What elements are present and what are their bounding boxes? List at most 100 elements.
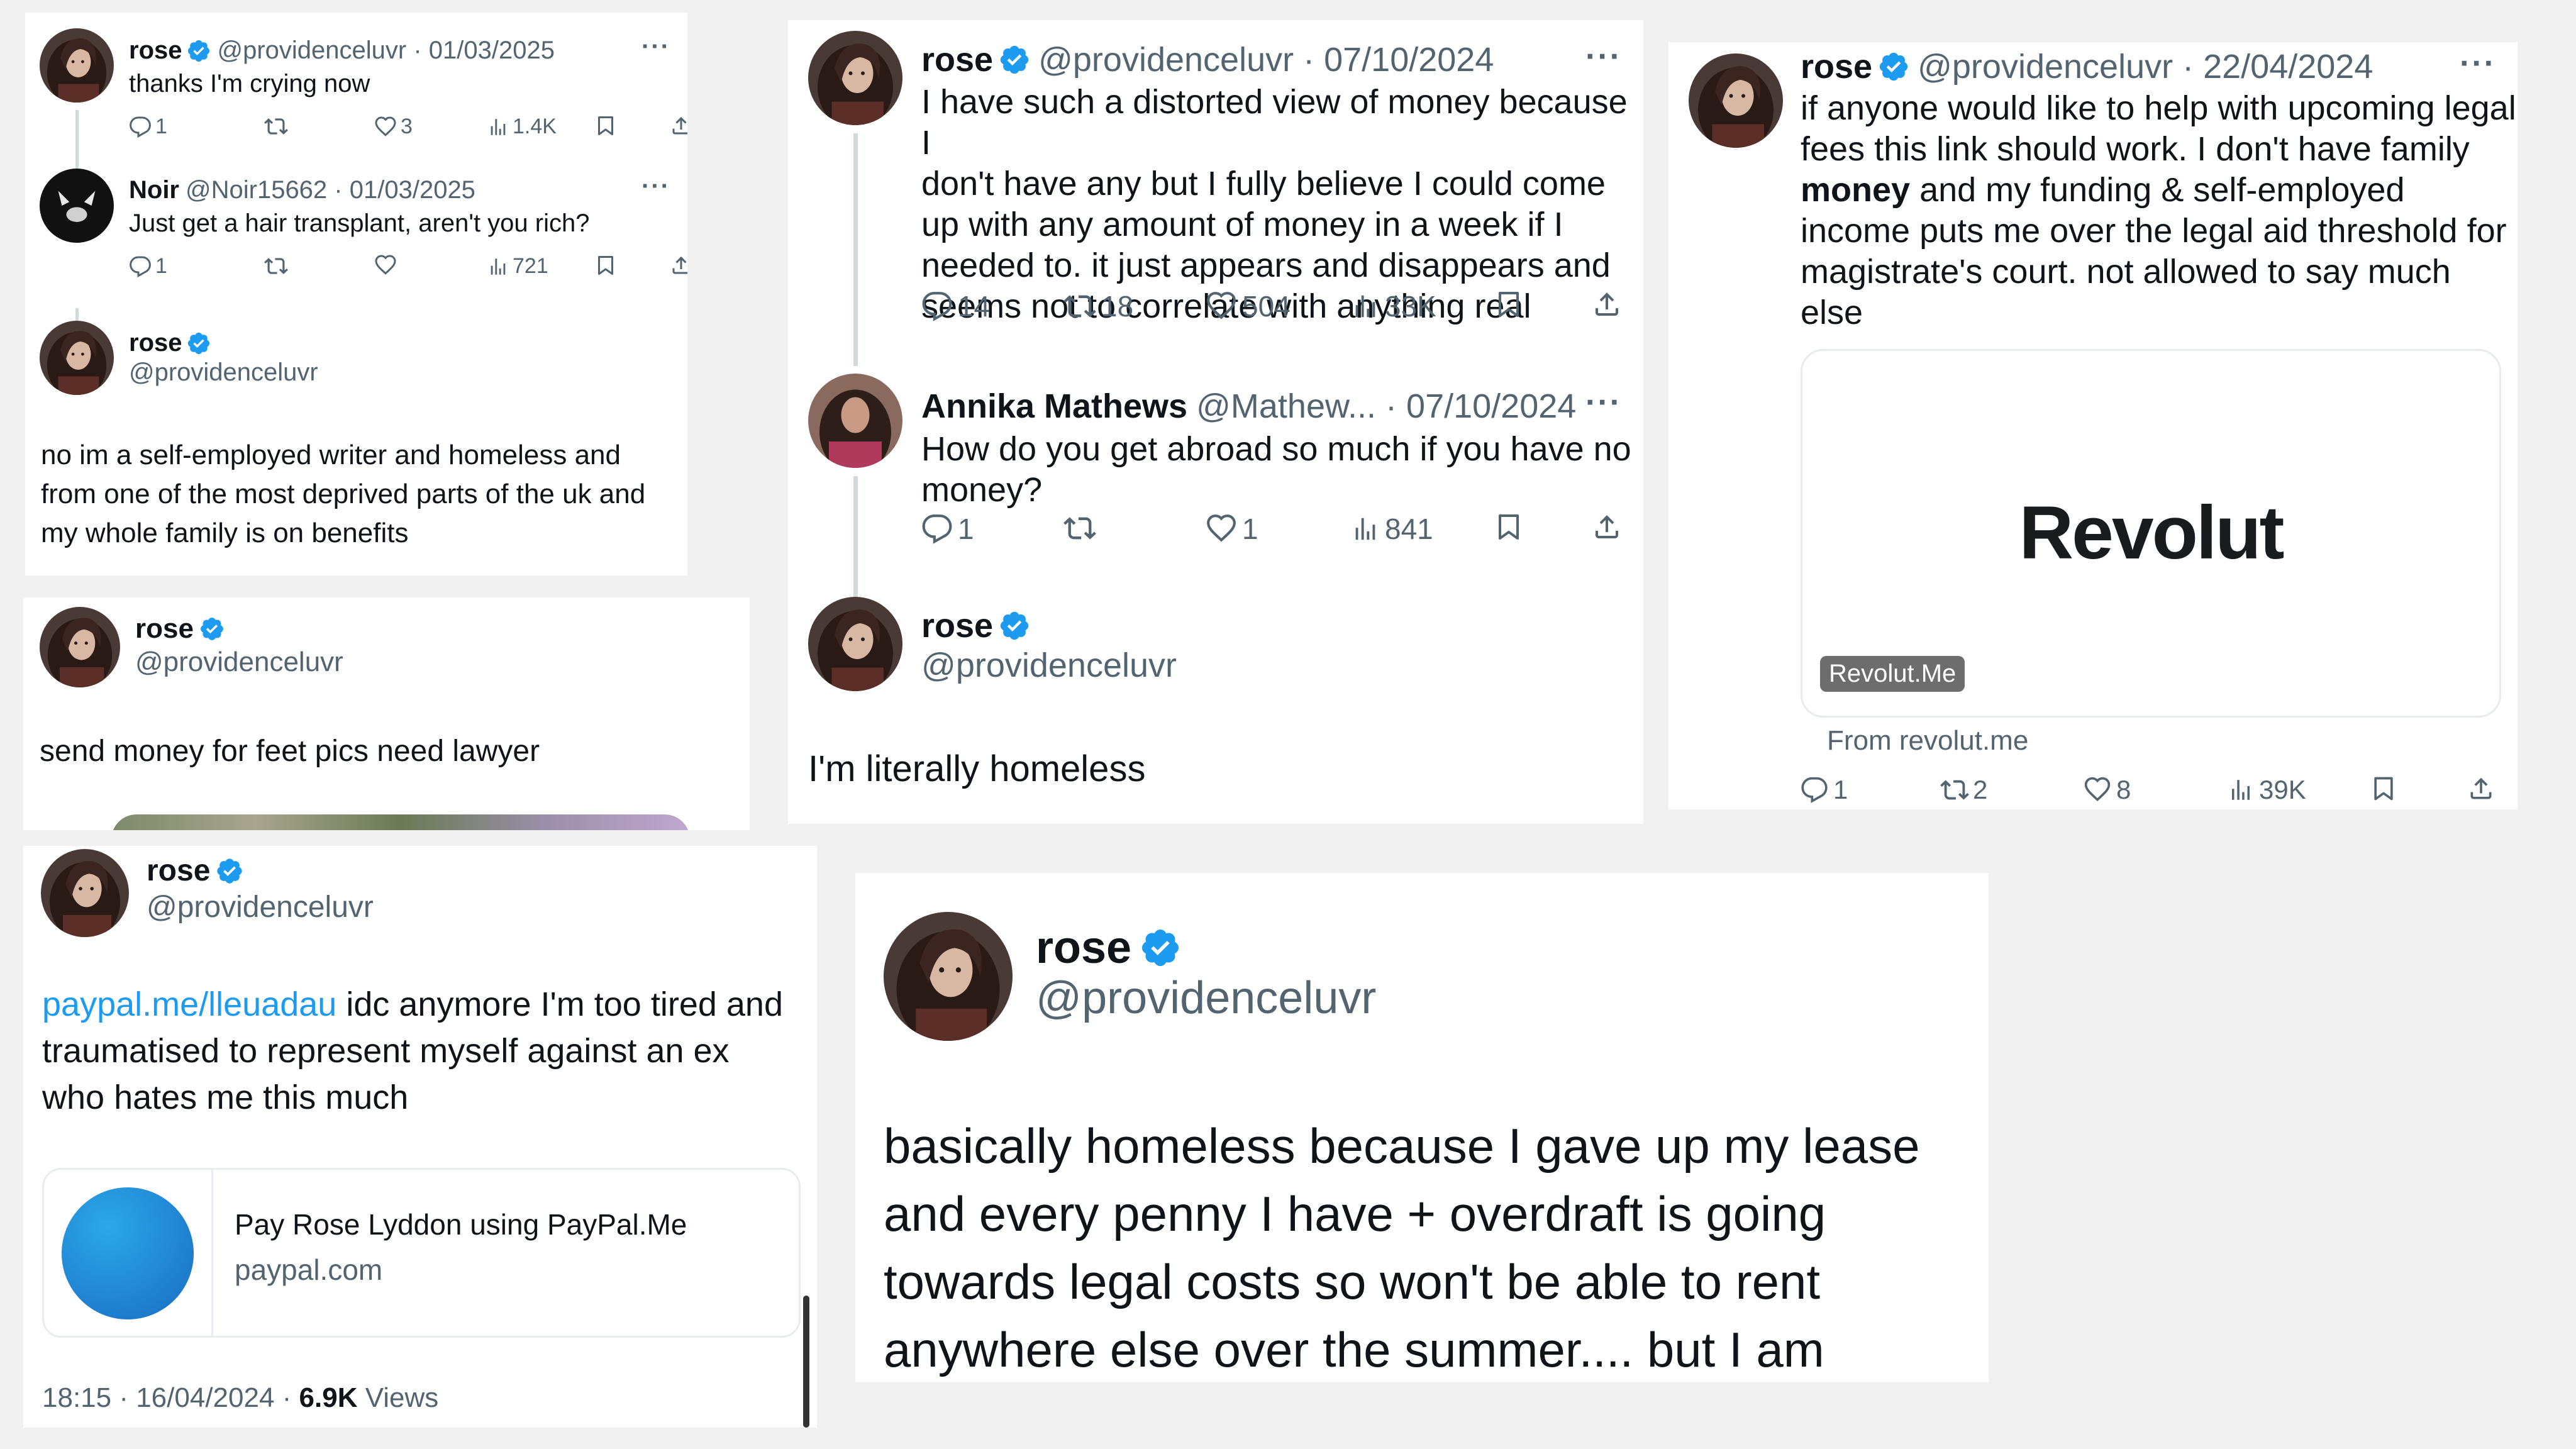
thread-line [853, 476, 858, 599]
like-button[interactable]: 8 [2084, 775, 2131, 805]
avatar[interactable] [40, 28, 114, 103]
author-handle[interactable]: @Mathew... [1196, 387, 1376, 426]
author-name[interactable]: Annika Mathews [921, 387, 1187, 426]
tweet-text: paypal.me/lleuadau idc anymore I'm too t… [42, 981, 783, 1121]
views-button[interactable]: 1.4K [487, 114, 557, 139]
more-icon[interactable]: ··· [2460, 45, 2496, 82]
views-button[interactable]: 841 [1351, 512, 1433, 546]
author-handle[interactable]: @providenceluvr [218, 36, 407, 65]
bookmark-button[interactable] [594, 254, 617, 277]
author-handle[interactable]: @Noir15662 [186, 176, 327, 204]
author-name[interactable]: rose [921, 606, 993, 645]
avatar[interactable] [1689, 53, 1783, 148]
avatar[interactable] [40, 321, 114, 395]
paypal-link[interactable]: paypal.me/lleuadau [42, 985, 336, 1023]
post-time[interactable]: 18:15 · 16/04/2024 · [42, 1382, 299, 1413]
like-button[interactable] [374, 254, 397, 277]
retweet-button[interactable]: 18 [1063, 289, 1133, 323]
link-preview-card[interactable]: Pay Rose Lyddon using PayPal.Me paypal.c… [42, 1168, 801, 1338]
like-icon [1206, 513, 1237, 545]
author-name[interactable]: rose [1801, 47, 1872, 86]
avatar[interactable] [884, 912, 1013, 1041]
tweet-text: How do you get abroad so much if you hav… [921, 429, 1631, 511]
like-count: 8 [2116, 775, 2131, 804]
author-handle[interactable]: @providenceluvr [1038, 40, 1294, 79]
reply-button[interactable]: 1 [1801, 775, 1848, 805]
avatar[interactable] [808, 374, 902, 468]
more-icon[interactable]: ··· [1585, 38, 1622, 75]
reply-icon [921, 291, 953, 322]
reply-count: 1 [155, 254, 167, 278]
more-icon[interactable]: ··· [641, 172, 670, 201]
separator-dot: · [2173, 48, 2204, 86]
author-handle[interactable]: @providenceluvr [135, 647, 343, 678]
scrollbar[interactable] [803, 1296, 809, 1428]
retweet-button[interactable] [264, 254, 288, 278]
domain-chip: Revolut.Me [1820, 656, 1965, 692]
author-name[interactable]: rose [921, 40, 993, 79]
views-button[interactable]: 721 [487, 254, 548, 279]
avatar[interactable] [808, 31, 902, 125]
author-handle[interactable]: @providenceluvr [1036, 972, 1376, 1024]
share-button[interactable] [670, 114, 687, 137]
reply-count: 1 [155, 114, 167, 138]
like-button[interactable]: 504 [1206, 289, 1291, 323]
views-count: 6.9K [299, 1382, 358, 1413]
more-icon[interactable]: ··· [641, 33, 670, 61]
author-handle[interactable]: @providenceluvr [1918, 47, 2173, 86]
share-button[interactable] [670, 254, 687, 277]
tweet-line-rest: and my funding & self-employed [1910, 171, 2405, 209]
retweet-button[interactable] [1063, 512, 1096, 545]
like-button[interactable]: 3 [374, 114, 413, 139]
views-button[interactable]: 33K [1351, 289, 1436, 323]
reply-button[interactable]: 1 [129, 114, 167, 139]
more-icon[interactable]: ··· [1585, 384, 1622, 421]
bookmark-button[interactable] [2370, 775, 2397, 802]
media-image[interactable] [111, 814, 690, 830]
reply-button[interactable]: 1 [129, 254, 167, 279]
share-button[interactable] [1592, 289, 1622, 319]
author-handle[interactable]: @providenceluvr [921, 646, 1177, 685]
post-date[interactable]: 07/10/2024 [1406, 387, 1576, 426]
avatar[interactable] [40, 607, 120, 687]
tweet-line: paypal.me/lleuadau idc anymore I'm too t… [42, 981, 783, 1028]
avatar[interactable] [40, 169, 114, 243]
post-date[interactable]: 01/03/2025 [350, 176, 475, 204]
reply-button[interactable]: 14 [921, 289, 990, 323]
share-button[interactable] [1592, 512, 1622, 542]
retweet-button[interactable] [264, 114, 288, 138]
author-name[interactable]: rose [129, 329, 182, 357]
author-name[interactable]: rose [1036, 922, 1131, 974]
views-count: 39K [2259, 775, 2306, 804]
share-button[interactable] [2467, 775, 2495, 802]
like-button[interactable]: 1 [1206, 512, 1258, 546]
post-date[interactable]: 22/04/2024 [2203, 47, 2373, 86]
author-handle[interactable]: @providenceluvr [129, 358, 318, 387]
like-icon [2084, 776, 2111, 804]
bookmark-button[interactable] [594, 114, 617, 137]
avatar[interactable] [808, 597, 902, 691]
verified-badge-icon [186, 331, 211, 356]
link-preview-card[interactable]: Revolut Revolut.Me [1801, 349, 2501, 718]
verified-badge-icon [998, 43, 1031, 76]
author-name[interactable]: Noir [129, 176, 179, 204]
author-handle[interactable]: @providenceluvr [147, 890, 374, 924]
bookmark-button[interactable] [1494, 512, 1524, 542]
reply-button[interactable]: 1 [921, 512, 974, 546]
bookmark-button[interactable] [1494, 289, 1524, 319]
separator-dot: · [1376, 387, 1407, 425]
link-source[interactable]: From revolut.me [1827, 723, 2028, 758]
author-name[interactable]: rose [135, 613, 194, 645]
views-count: 1.4K [513, 114, 557, 138]
views-button[interactable]: 39K [2228, 775, 2306, 805]
retweet-button[interactable]: 2 [1940, 775, 1987, 805]
post-timestamp: 18:15 · 16/04/2024 · 6.9K Views [42, 1380, 438, 1415]
author-name[interactable]: rose [129, 36, 182, 65]
post-date[interactable]: 07/10/2024 [1324, 40, 1494, 79]
author-name[interactable]: rose [147, 853, 210, 888]
tweet-line-rest: idc anymore I'm too tired and [336, 985, 783, 1023]
tweet-line: income puts me over the legal aid thresh… [1801, 212, 2507, 250]
avatar[interactable] [41, 849, 129, 937]
post-date[interactable]: 01/03/2025 [429, 36, 555, 65]
share-icon [1592, 512, 1622, 542]
